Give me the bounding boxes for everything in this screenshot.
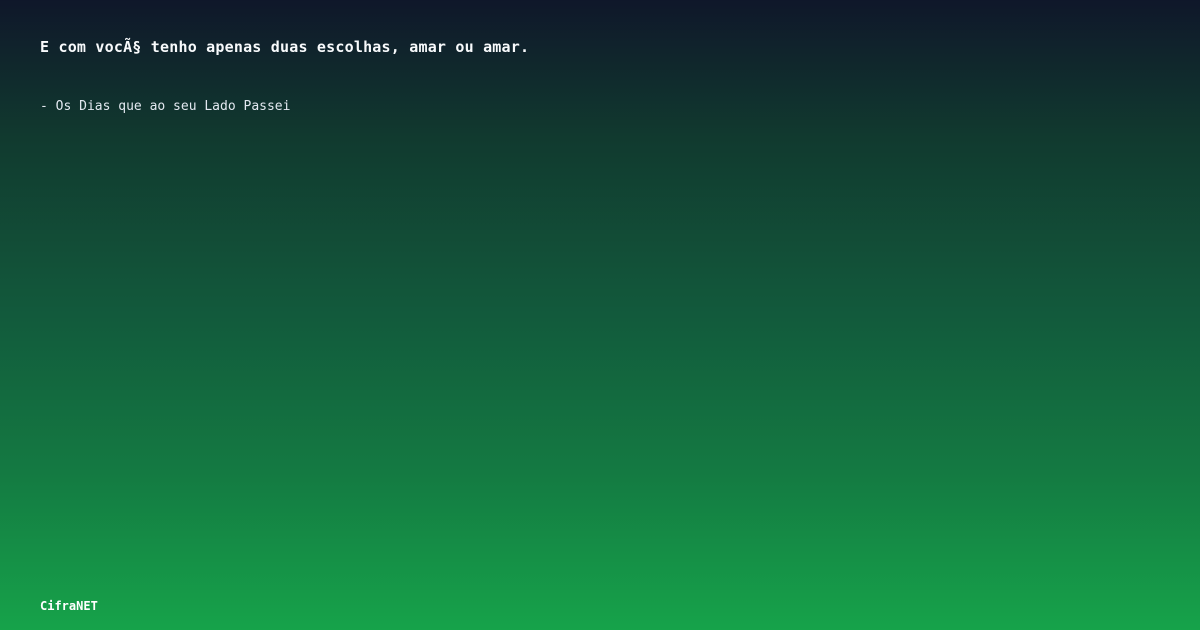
song-attribution: - Os Dias que ao seu Lado Passei [40,99,291,114]
brand-logo-text: CifraNET [40,599,98,613]
quote-card: E com vocÃ§ tenho apenas duas escolhas, … [0,0,1200,630]
quote-text: E com vocÃ§ tenho apenas duas escolhas, … [40,38,530,56]
